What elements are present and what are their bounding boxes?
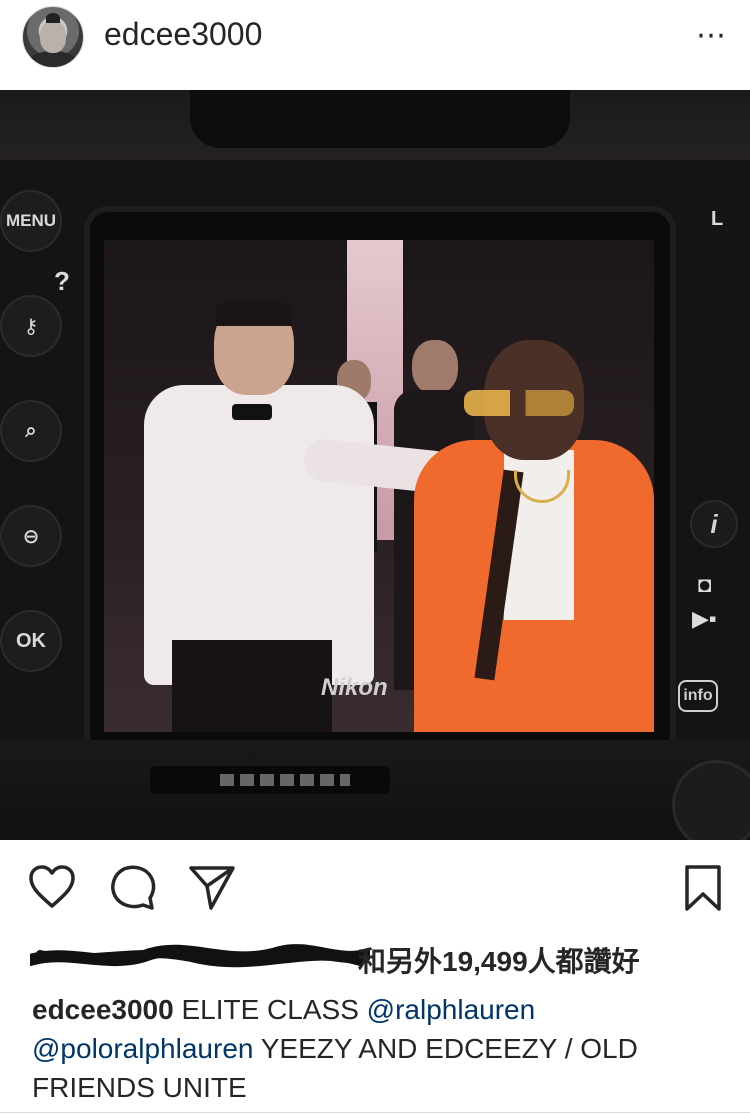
zoom-icon: ⌕: [25, 419, 37, 442]
camera-menu-button: MENU: [0, 190, 62, 252]
camera-ok-button: OK: [0, 610, 62, 672]
comment-icon[interactable]: [110, 864, 156, 910]
nikon-logo: Nikon: [321, 674, 388, 701]
camera-ok-label: OK: [16, 629, 46, 652]
post-username[interactable]: edcee3000: [104, 16, 262, 53]
camera-key-button: ⚷: [0, 295, 62, 357]
action-bar: [0, 840, 750, 940]
thumbnail-zoom-icon: ⊖: [22, 525, 40, 548]
post-caption: edcee3000 ELITE CLASS @ralphlauren @polo…: [32, 990, 722, 1107]
send-icon[interactable]: [188, 864, 236, 910]
caption-username[interactable]: edcee3000: [32, 994, 174, 1025]
mention-poloralphlauren[interactable]: @poloralphlauren: [32, 1033, 253, 1064]
camera-zoom-button: ⌕: [0, 400, 62, 462]
key-icon: ⚷: [23, 315, 39, 338]
divider: [0, 1112, 750, 1113]
camera-l-label: L: [711, 208, 724, 230]
bow-tie: [232, 404, 272, 420]
camera-menu-label: MENU: [5, 211, 57, 230]
caption-text-1: ELITE CLASS: [173, 994, 367, 1025]
connector-pins: [220, 774, 350, 786]
person-left: [144, 300, 374, 732]
camera-i-button: i: [690, 500, 738, 548]
post-header: edcee3000 ⋯: [0, 0, 750, 90]
camera-thumbnail-button: ⊖: [0, 505, 62, 567]
heart-icon[interactable]: [28, 864, 76, 910]
person-right: [414, 340, 654, 732]
dark-pants: [172, 640, 332, 732]
connector-slot: [150, 766, 390, 794]
likes-line[interactable]: 和另外19,499人都讚好: [30, 936, 732, 977]
avatar-hair: [46, 13, 60, 23]
more-options-icon[interactable]: ⋯: [696, 18, 728, 53]
lcd-screen: [104, 240, 654, 732]
camera-top-bump: [190, 90, 570, 148]
camera-top: [0, 90, 750, 160]
camera-still-icon: ◘: [698, 572, 712, 597]
sunglasses: [464, 390, 574, 416]
person-left-hair: [216, 300, 292, 326]
bookmark-icon[interactable]: [684, 864, 722, 912]
video-camera-icon: ▶▪: [692, 606, 717, 631]
avatar[interactable]: [22, 6, 84, 68]
redaction-scribble: [30, 944, 370, 968]
camera-question-label: ?: [54, 266, 70, 296]
likes-count: 和另外19,499人都讚好: [358, 946, 640, 977]
camera-info-button: info: [678, 680, 718, 712]
post-photo[interactable]: MENU ? ⚷ ⌕ ⊖ OK L Nikon info i ◘ ▶▪: [0, 90, 750, 840]
avatar-shoulders: [28, 51, 78, 67]
mention-ralphlauren[interactable]: @ralphlauren: [367, 994, 536, 1025]
avatar-face: [40, 21, 66, 53]
